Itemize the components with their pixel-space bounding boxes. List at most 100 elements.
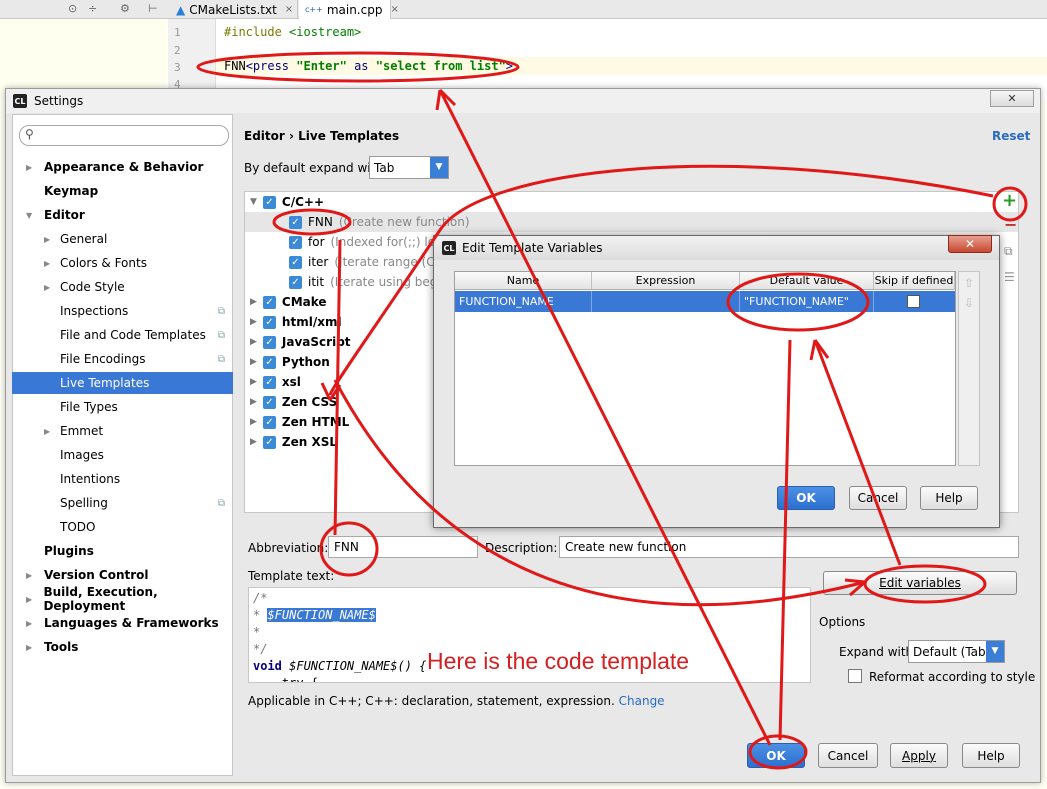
sidebar-item-editor[interactable]: ▼ Editor: [12, 204, 233, 226]
sidebar-item-colors-fonts[interactable]: ▶ Colors & Fonts: [12, 252, 233, 274]
checkbox[interactable]: ✓: [289, 235, 302, 249]
list-icon[interactable]: ☰: [1004, 270, 1015, 284]
tree-group-zen-xsl[interactable]: ▶ ✓ Zen XSL: [250, 432, 337, 452]
sidebar-item-plugins[interactable]: Plugins: [12, 540, 233, 562]
close-icon[interactable]: ×: [390, 4, 398, 15]
ok-button[interactable]: OK: [747, 743, 805, 768]
change-link[interactable]: Change: [619, 694, 665, 708]
tree-item-itit[interactable]: ✓ itit (Iterate using begin/: [289, 272, 452, 292]
cell-default-value[interactable]: "FUNCTION_NAME": [740, 291, 874, 312]
help-button[interactable]: Help: [962, 743, 1020, 768]
template-variable: $FUNCTION_NAME$: [267, 608, 376, 622]
description-input[interactable]: Create new function: [559, 536, 1019, 558]
tab-cmakelists[interactable]: ▲ CMakeLists.txt ×: [170, 0, 298, 19]
sidebar-item-inspections[interactable]: Inspections ⧉: [12, 300, 233, 322]
sidebar-item-keymap[interactable]: Keymap: [12, 180, 233, 202]
cell-expression[interactable]: [592, 291, 740, 312]
chevron-right-icon: ▶: [44, 282, 51, 292]
pin-icon[interactable]: ⊢: [148, 2, 158, 15]
checkbox[interactable]: ✓: [262, 395, 276, 409]
abbreviation-input[interactable]: FNN: [328, 536, 478, 558]
gear-icon[interactable]: ⚙: [120, 2, 130, 15]
annotation-text: Here is the code template: [427, 648, 690, 674]
search-input[interactable]: ⚲: [19, 125, 229, 146]
cancel-button[interactable]: Cancel: [818, 743, 878, 768]
arrow-down-icon[interactable]: ⇩: [959, 296, 979, 310]
sidebar-item-label: File Types: [60, 400, 118, 414]
editor-tab-bar: ⊙ ÷ ⚙ ⊢ ▲ CMakeLists.txt × c++ main.cpp …: [0, 0, 1047, 19]
skip-checkbox[interactable]: [907, 295, 920, 308]
expand-with-option-select[interactable]: Default (Tab) ▼: [908, 640, 1005, 663]
checkbox[interactable]: ✓: [289, 255, 302, 269]
apply-button[interactable]: Apply: [890, 743, 948, 768]
column-header-default-value[interactable]: Default value: [740, 272, 874, 290]
sidebar-item-emmet[interactable]: ▶ Emmet: [12, 420, 233, 442]
code-text: >: [505, 59, 514, 73]
checkbox[interactable]: ✓: [289, 275, 302, 289]
sidebar-item-languages[interactable]: ▶ Languages & Frameworks: [12, 612, 233, 634]
dialog-cancel-button[interactable]: Cancel: [849, 486, 907, 510]
tab-label: main.cpp: [326, 2, 383, 17]
applicable-context: Applicable in C++; C++: declaration, sta…: [248, 694, 665, 708]
tree-group-html[interactable]: ▶ ✓ html/xml: [250, 312, 342, 332]
close-button[interactable]: ✕: [990, 90, 1034, 107]
column-header-expression[interactable]: Expression: [592, 272, 740, 290]
sidebar-item-todo[interactable]: TODO: [12, 516, 233, 538]
checkbox[interactable]: ✓: [262, 295, 276, 309]
checkbox[interactable]: ✓: [262, 375, 276, 389]
sidebar-item-appearance[interactable]: ▶ Appearance & Behavior: [12, 156, 233, 178]
checkbox[interactable]: ✓: [262, 435, 276, 449]
sidebar-item-intentions[interactable]: Intentions: [12, 468, 233, 490]
copy-icon[interactable]: ⧉: [1004, 244, 1013, 259]
sidebar-item-live-templates[interactable]: Live Templates: [12, 372, 233, 394]
sidebar-item-images[interactable]: Images: [12, 444, 233, 466]
select-value: Default (Tab): [913, 644, 991, 659]
tree-group-javascript[interactable]: ▶ ✓ JavaScript: [250, 332, 351, 352]
reformat-checkbox[interactable]: [848, 669, 862, 683]
sidebar-item-tools[interactable]: ▶ Tools: [12, 636, 233, 658]
tree-group-python[interactable]: ▶ ✓ Python: [250, 352, 330, 372]
arrow-up-icon[interactable]: ⇧: [959, 276, 979, 290]
split-icon[interactable]: ÷: [88, 2, 97, 15]
target-icon[interactable]: ⊙: [68, 2, 77, 15]
tree-group-cpp[interactable]: ▼ ✓ C/C++: [250, 192, 324, 212]
tree-item-for[interactable]: ✓ for (Indexed for(;;) loop): [289, 232, 455, 252]
cell-name[interactable]: FUNCTION_NAME: [455, 291, 592, 312]
dialog-help-button[interactable]: Help: [920, 486, 978, 510]
edit-variables-button[interactable]: Edit variables: [823, 571, 1017, 595]
tree-group-zen-html[interactable]: ▶ ✓ Zen HTML: [250, 412, 349, 432]
checkbox[interactable]: ✓: [289, 215, 302, 229]
column-header-skip-if-defined[interactable]: Skip if defined: [874, 272, 955, 290]
checkbox[interactable]: ✓: [262, 415, 276, 429]
sidebar-item-file-code-templates[interactable]: File and Code Templates ⧉: [12, 324, 233, 346]
column-header-name[interactable]: Name: [455, 272, 592, 290]
sidebar-item-build[interactable]: ▶ Build, Execution, Deployment: [12, 585, 233, 613]
tab-main-cpp[interactable]: c++ main.cpp ×: [299, 0, 399, 19]
remove-template-button[interactable]: −: [1004, 215, 1017, 234]
reset-link[interactable]: Reset: [992, 129, 1030, 143]
sidebar-item-version-control[interactable]: ▶ Version Control: [12, 564, 233, 586]
sidebar-item-general[interactable]: ▶ General: [12, 228, 233, 250]
tree-item-fnn[interactable]: ✓ FNN (Create new function): [289, 212, 470, 232]
checkbox[interactable]: ✓: [262, 355, 276, 369]
group-name: JavaScript: [281, 335, 351, 349]
dialog-ok-button[interactable]: OK: [777, 486, 835, 510]
chevron-right-icon: ▶: [26, 618, 33, 628]
add-template-button[interactable]: +: [1002, 190, 1017, 211]
expand-with-select[interactable]: Tab ▼: [369, 156, 449, 179]
tree-group-cmake[interactable]: ▶ ✓ CMake: [250, 292, 327, 312]
close-icon[interactable]: ×: [285, 4, 293, 15]
sidebar-item-file-encodings[interactable]: File Encodings ⧉: [12, 348, 233, 370]
tree-group-xsl[interactable]: ▶ ✓ xsl: [250, 372, 301, 392]
sidebar-item-code-style[interactable]: ▶ Code Style: [12, 276, 233, 298]
table-row[interactable]: FUNCTION_NAME "FUNCTION_NAME": [455, 291, 955, 312]
sidebar-item-label: TODO: [60, 520, 96, 534]
sidebar-item-spelling[interactable]: Spelling ⧉: [12, 492, 233, 514]
tree-group-zen-css[interactable]: ▶ ✓ Zen CSS: [250, 392, 337, 412]
checkbox[interactable]: ✓: [262, 315, 276, 329]
chevron-right-icon: ▶: [250, 417, 257, 427]
checkbox[interactable]: ✓: [262, 335, 276, 349]
sidebar-item-file-types[interactable]: File Types: [12, 396, 233, 418]
dialog-close-button[interactable]: ✕: [948, 235, 992, 253]
checkbox[interactable]: ✓: [262, 195, 276, 209]
